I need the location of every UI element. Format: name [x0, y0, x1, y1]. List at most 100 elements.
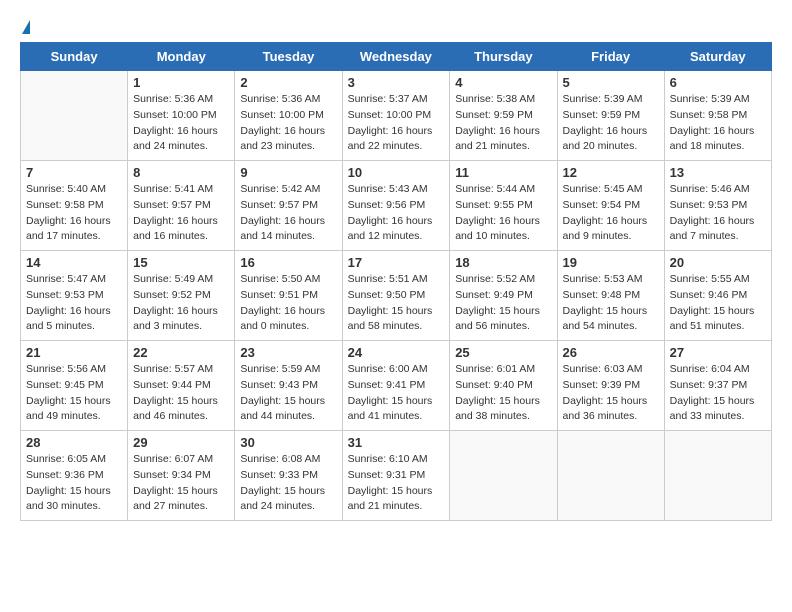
- calendar-cell: 16Sunrise: 5:50 AM Sunset: 9:51 PM Dayli…: [235, 251, 342, 341]
- day-number: 19: [563, 255, 659, 270]
- day-info: Sunrise: 5:51 AM Sunset: 9:50 PM Dayligh…: [348, 272, 445, 335]
- day-number: 7: [26, 165, 122, 180]
- calendar-table: SundayMondayTuesdayWednesdayThursdayFrid…: [20, 42, 772, 521]
- day-number: 12: [563, 165, 659, 180]
- week-row-2: 7 Sunrise: 5:40 AM Sunset: 9:58 PM Daylig…: [21, 161, 772, 251]
- calendar-cell: 27 Sunrise: 6:04 AM Sunset: 9:37 PM Dayli…: [664, 341, 771, 431]
- day-number: 29: [133, 435, 229, 450]
- calendar-cell: 29 Sunrise: 6:07 AM Sunset: 9:34 PM Dayli…: [128, 431, 235, 521]
- column-header-thursday: Thursday: [450, 43, 557, 71]
- day-info: Sunrise: 5:44 AM Sunset: 9:55 PM Dayligh…: [455, 182, 551, 245]
- calendar-cell: 21Sunrise: 5:56 AM Sunset: 9:45 PM Dayli…: [21, 341, 128, 431]
- calendar-cell: 8 Sunrise: 5:41 AM Sunset: 9:57 PM Daylig…: [128, 161, 235, 251]
- column-header-tuesday: Tuesday: [235, 43, 342, 71]
- day-info: Sunrise: 6:03 AM Sunset: 9:39 PM Dayligh…: [563, 362, 659, 425]
- calendar-cell: 14 Sunrise: 5:47 AM Sunset: 9:53 PM Dayli…: [21, 251, 128, 341]
- calendar-header-row: SundayMondayTuesdayWednesdayThursdayFrid…: [21, 43, 772, 71]
- calendar-cell: 1 Sunrise: 5:36 AM Sunset: 10:00 PM Dayli…: [128, 71, 235, 161]
- day-number: 10: [348, 165, 445, 180]
- day-info: Sunrise: 5:36 AM Sunset: 10:00 PM Daylig…: [133, 92, 229, 155]
- calendar-cell: 13 Sunrise: 5:46 AM Sunset: 9:53 PM Dayli…: [664, 161, 771, 251]
- calendar-cell: [664, 431, 771, 521]
- day-number: 26: [563, 345, 659, 360]
- day-info: Sunrise: 5:57 AM Sunset: 9:44 PM Dayligh…: [133, 362, 229, 425]
- day-number: 31: [348, 435, 445, 450]
- day-info: Sunrise: 6:01 AM Sunset: 9:40 PM Dayligh…: [455, 362, 551, 425]
- week-row-3: 14 Sunrise: 5:47 AM Sunset: 9:53 PM Dayli…: [21, 251, 772, 341]
- day-info: Sunrise: 5:53 AM Sunset: 9:48 PM Dayligh…: [563, 272, 659, 335]
- day-info: Sunrise: 5:42 AM Sunset: 9:57 PM Dayligh…: [240, 182, 336, 245]
- column-header-wednesday: Wednesday: [342, 43, 450, 71]
- day-info: Sunrise: 6:07 AM Sunset: 9:34 PM Dayligh…: [133, 452, 229, 515]
- day-number: 11: [455, 165, 551, 180]
- day-number: 21: [26, 345, 122, 360]
- day-info: Sunrise: 5:46 AM Sunset: 9:53 PM Dayligh…: [670, 182, 766, 245]
- day-info: Sunrise: 5:49 AM Sunset: 9:52 PM Dayligh…: [133, 272, 229, 335]
- calendar-cell: 17Sunrise: 5:51 AM Sunset: 9:50 PM Dayli…: [342, 251, 450, 341]
- column-header-monday: Monday: [128, 43, 235, 71]
- day-info: Sunrise: 6:04 AM Sunset: 9:37 PM Dayligh…: [670, 362, 766, 425]
- day-number: 14: [26, 255, 122, 270]
- day-info: Sunrise: 5:37 AM Sunset: 10:00 PM Daylig…: [348, 92, 445, 155]
- calendar-cell: 23 Sunrise: 5:59 AM Sunset: 9:43 PM Dayli…: [235, 341, 342, 431]
- day-number: 1: [133, 75, 229, 90]
- day-number: 20: [670, 255, 766, 270]
- week-row-4: 21Sunrise: 5:56 AM Sunset: 9:45 PM Dayli…: [21, 341, 772, 431]
- calendar-cell: 10 Sunrise: 5:43 AM Sunset: 9:56 PM Dayli…: [342, 161, 450, 251]
- day-info: Sunrise: 5:59 AM Sunset: 9:43 PM Dayligh…: [240, 362, 336, 425]
- week-row-1: 1 Sunrise: 5:36 AM Sunset: 10:00 PM Dayli…: [21, 71, 772, 161]
- calendar-cell: 2Sunrise: 5:36 AM Sunset: 10:00 PM Dayli…: [235, 71, 342, 161]
- calendar-cell: 20 Sunrise: 5:55 AM Sunset: 9:46 PM Dayli…: [664, 251, 771, 341]
- column-header-friday: Friday: [557, 43, 664, 71]
- day-info: Sunrise: 6:10 AM Sunset: 9:31 PM Dayligh…: [348, 452, 445, 515]
- calendar-cell: 7 Sunrise: 5:40 AM Sunset: 9:58 PM Daylig…: [21, 161, 128, 251]
- day-number: 8: [133, 165, 229, 180]
- day-info: Sunrise: 5:39 AM Sunset: 9:59 PM Dayligh…: [563, 92, 659, 155]
- day-info: Sunrise: 5:39 AM Sunset: 9:58 PM Dayligh…: [670, 92, 766, 155]
- day-info: Sunrise: 6:05 AM Sunset: 9:36 PM Dayligh…: [26, 452, 122, 515]
- day-number: 13: [670, 165, 766, 180]
- calendar-cell: [557, 431, 664, 521]
- calendar-cell: 30Sunrise: 6:08 AM Sunset: 9:33 PM Dayli…: [235, 431, 342, 521]
- calendar-cell: 11 Sunrise: 5:44 AM Sunset: 9:55 PM Dayli…: [450, 161, 557, 251]
- calendar-body: 1 Sunrise: 5:36 AM Sunset: 10:00 PM Dayli…: [21, 71, 772, 521]
- day-number: 3: [348, 75, 445, 90]
- calendar-cell: 19 Sunrise: 5:53 AM Sunset: 9:48 PM Dayli…: [557, 251, 664, 341]
- calendar-cell: 5 Sunrise: 5:39 AM Sunset: 9:59 PM Daylig…: [557, 71, 664, 161]
- day-info: Sunrise: 5:55 AM Sunset: 9:46 PM Dayligh…: [670, 272, 766, 335]
- calendar-cell: 22 Sunrise: 5:57 AM Sunset: 9:44 PM Dayli…: [128, 341, 235, 431]
- calendar-cell: 24 Sunrise: 6:00 AM Sunset: 9:41 PM Dayli…: [342, 341, 450, 431]
- header: [20, 20, 772, 34]
- day-info: Sunrise: 6:00 AM Sunset: 9:41 PM Dayligh…: [348, 362, 445, 425]
- day-number: 5: [563, 75, 659, 90]
- logo: [20, 20, 30, 34]
- day-info: Sunrise: 5:36 AM Sunset: 10:00 PM Daylig…: [240, 92, 336, 155]
- day-number: 23: [240, 345, 336, 360]
- day-info: Sunrise: 5:50 AM Sunset: 9:51 PM Dayligh…: [240, 272, 336, 335]
- calendar-cell: 28 Sunrise: 6:05 AM Sunset: 9:36 PM Dayli…: [21, 431, 128, 521]
- column-header-saturday: Saturday: [664, 43, 771, 71]
- day-number: 28: [26, 435, 122, 450]
- column-header-sunday: Sunday: [21, 43, 128, 71]
- day-info: Sunrise: 5:52 AM Sunset: 9:49 PM Dayligh…: [455, 272, 551, 335]
- day-number: 25: [455, 345, 551, 360]
- day-number: 6: [670, 75, 766, 90]
- day-number: 27: [670, 345, 766, 360]
- calendar-cell: 26 Sunrise: 6:03 AM Sunset: 9:39 PM Dayli…: [557, 341, 664, 431]
- day-number: 15: [133, 255, 229, 270]
- day-number: 30: [240, 435, 336, 450]
- day-info: Sunrise: 5:41 AM Sunset: 9:57 PM Dayligh…: [133, 182, 229, 245]
- day-info: Sunrise: 5:47 AM Sunset: 9:53 PM Dayligh…: [26, 272, 122, 335]
- day-number: 24: [348, 345, 445, 360]
- day-info: Sunrise: 5:40 AM Sunset: 9:58 PM Dayligh…: [26, 182, 122, 245]
- day-info: Sunrise: 5:43 AM Sunset: 9:56 PM Dayligh…: [348, 182, 445, 245]
- calendar-cell: 9Sunrise: 5:42 AM Sunset: 9:57 PM Daylig…: [235, 161, 342, 251]
- calendar-cell: 25 Sunrise: 6:01 AM Sunset: 9:40 PM Dayli…: [450, 341, 557, 431]
- calendar-cell: [450, 431, 557, 521]
- logo-arrow-icon: [22, 20, 30, 34]
- calendar-cell: 15 Sunrise: 5:49 AM Sunset: 9:52 PM Dayli…: [128, 251, 235, 341]
- day-info: Sunrise: 5:38 AM Sunset: 9:59 PM Dayligh…: [455, 92, 551, 155]
- day-number: 18: [455, 255, 551, 270]
- day-number: 22: [133, 345, 229, 360]
- calendar-cell: 12Sunrise: 5:45 AM Sunset: 9:54 PM Dayli…: [557, 161, 664, 251]
